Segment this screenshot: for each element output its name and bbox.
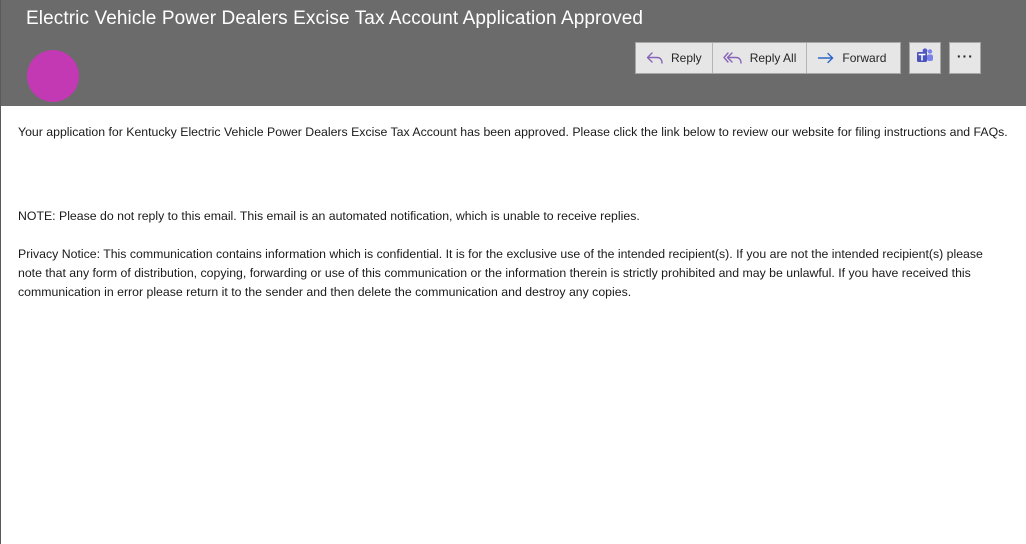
forward-button[interactable]: Forward (806, 43, 901, 73)
email-body: Your application for Kentucky Electric V… (18, 123, 1008, 302)
reply-all-button[interactable]: Reply All (711, 43, 807, 73)
body-paragraph-privacy-notice: Privacy Notice: This communication conta… (18, 247, 983, 299)
reply-all-label: Reply All (749, 51, 797, 65)
reply-button-group: Reply Reply All Forward (635, 42, 902, 74)
more-options-button[interactable]: ··· (949, 42, 982, 74)
sender-avatar[interactable] (27, 50, 79, 102)
more-options-icon: ··· (956, 48, 974, 64)
email-subject: Electric Vehicle Power Dealers Excise Ta… (26, 8, 644, 29)
body-paragraph-note: NOTE: Please do not reply to this email.… (18, 209, 640, 223)
forward-label: Forward (842, 51, 887, 65)
teams-button[interactable] (909, 42, 942, 74)
reply-label: Reply (671, 51, 702, 65)
reply-icon (646, 51, 664, 65)
message-actions: Reply Reply All Forward ··· (635, 42, 982, 74)
body-paragraph-approval: Your application for Kentucky Electric V… (18, 125, 1008, 139)
forward-arrow-icon (817, 51, 835, 65)
teams-icon (916, 47, 934, 69)
email-reading-pane: Electric Vehicle Power Dealers Excise Ta… (0, 0, 1026, 544)
email-header: Electric Vehicle Power Dealers Excise Ta… (1, 0, 1026, 106)
reply-button[interactable]: Reply (636, 43, 712, 73)
reply-all-icon (722, 51, 743, 65)
